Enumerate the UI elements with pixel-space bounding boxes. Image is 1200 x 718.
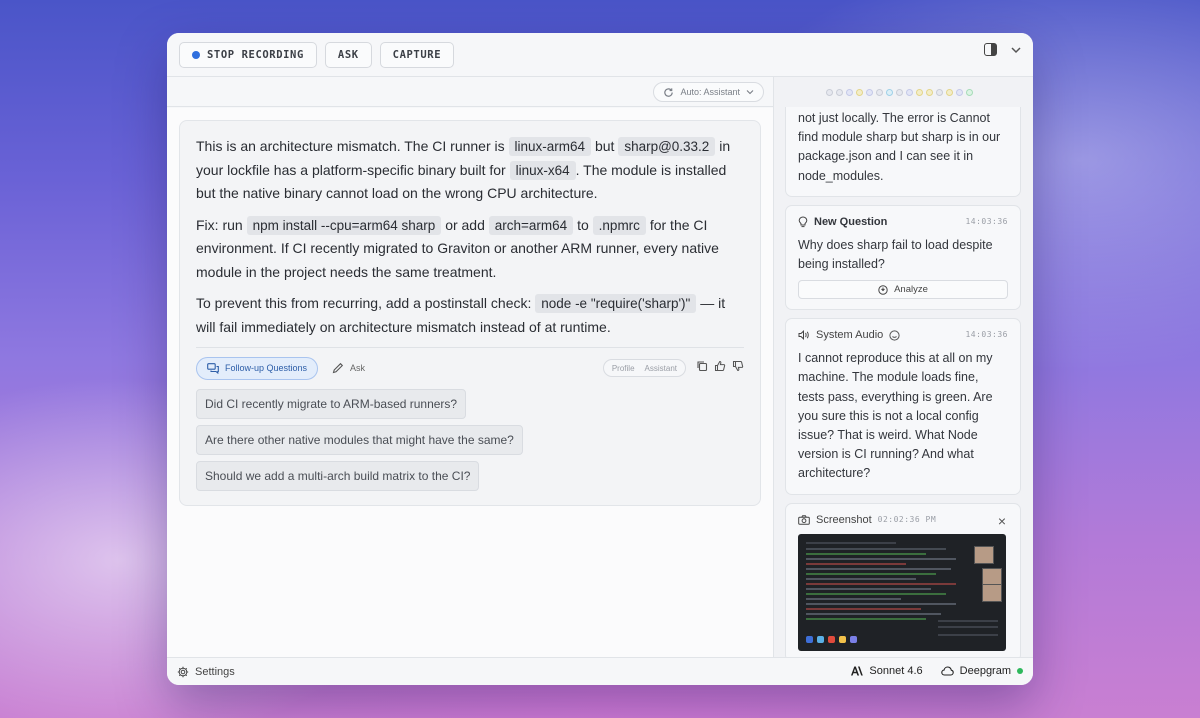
model-label: Sonnet 4.6 (869, 665, 923, 677)
analyze-button[interactable]: Analyze (798, 280, 1008, 300)
stop-recording-label: STOP RECORDING (207, 48, 304, 61)
side-panel-toggle-icon[interactable] (984, 43, 997, 56)
timestamp: 02:02:36 PM (877, 515, 937, 525)
pencil-icon (332, 362, 344, 374)
analyze-label: Analyze (894, 284, 928, 296)
answer-text-span: This is an architecture mismatch. The CI… (196, 138, 505, 154)
system-audio-header: System Audio 14:03:36 (798, 329, 1008, 341)
analyze-icon (878, 285, 888, 295)
app-window: STOP RECORDING ASK CAPTURE Auto: Assista… (167, 33, 1033, 685)
divider (196, 347, 744, 348)
answer-text-span: To prevent this from recurring, add a po… (196, 295, 532, 311)
transcriber-label: Deepgram (959, 665, 1011, 677)
capture-button[interactable]: CAPTURE (379, 41, 455, 68)
close-icon[interactable]: × (998, 513, 1006, 529)
status-bar: Settings Sonnet 4.6 Deepgram (167, 657, 1033, 685)
mode-selector[interactable]: Auto: Assistant (653, 82, 764, 102)
thumbs-up-icon[interactable] (714, 360, 726, 372)
suggested-question[interactable]: Are there other native modules that migh… (196, 425, 523, 455)
dock (806, 635, 857, 643)
inline-code: sharp@0.33.2 (618, 137, 716, 156)
profile-selector[interactable]: Profile Assistant (602, 359, 686, 377)
thumbs-down-icon[interactable] (732, 360, 744, 372)
screenshot-thumbnail[interactable] (798, 533, 1006, 651)
inline-code: arch=arm64 (488, 215, 574, 235)
settings-label: Settings (195, 665, 235, 678)
camera-icon (798, 514, 810, 525)
gear-icon (177, 666, 189, 678)
system-audio-text: I cannot reproduce this at all on my mac… (798, 351, 993, 481)
profile-value: Assistant (644, 363, 677, 373)
question-card-title: New Question (814, 215, 888, 228)
suggested-question[interactable]: Should we add a multi-arch build matrix … (196, 461, 480, 491)
window-controls (984, 43, 1021, 56)
transcriber-selector[interactable]: Deepgram (940, 665, 1023, 677)
ask-button[interactable]: ASK (324, 41, 372, 68)
audio-level-indicator (826, 89, 973, 96)
status-right: Sonnet 4.6 Deepgram (850, 665, 1023, 677)
timestamp: 14:03:36 (965, 330, 1008, 340)
question-card: New Question 14:03:36 Why does sharp fai… (785, 204, 1021, 311)
chevron-down-icon (746, 89, 754, 95)
recording-dot-icon (192, 50, 200, 59)
profile-label: Profile (611, 363, 635, 373)
capture-label: CAPTURE (392, 48, 442, 61)
question-text: Why does sharp fail to load despite bein… (798, 237, 993, 272)
anthropic-logo-icon (850, 666, 864, 676)
refresh-icon (663, 87, 674, 98)
answer-feedback (696, 360, 744, 372)
answer-paragraph-3: To prevent this from recurring, add a po… (196, 292, 744, 339)
transcript-card: not just locally. The error is Cannot fi… (785, 107, 1021, 197)
answer-text-span: to (577, 216, 589, 233)
answer-pane: This is an architecture mismatch. The CI… (167, 108, 773, 657)
inline-code: npm install --cpu=arm64 sharp (246, 215, 442, 235)
lightbulb-icon (798, 216, 808, 228)
answer-text-span: but (594, 138, 615, 154)
transcript-text: not just locally. The error is Cannot fi… (798, 111, 1001, 183)
suggested-questions: Did CI recently migrate to ARM-based run… (196, 383, 744, 491)
copy-icon[interactable] (696, 360, 708, 372)
timestamp: 14:03:36 (965, 216, 1008, 226)
mode-bar: Auto: Assistant (167, 77, 773, 107)
top-toolbar: STOP RECORDING ASK CAPTURE (167, 33, 1033, 77)
connected-status-dot (1017, 668, 1023, 674)
answer-card: This is an architecture mismatch. The CI… (179, 120, 761, 506)
inline-code: .npmrc (592, 215, 646, 235)
smiley-icon (889, 330, 900, 341)
question-card-header: New Question 14:03:36 (798, 216, 1008, 228)
cloud-icon (940, 666, 954, 676)
stop-recording-button[interactable]: STOP RECORDING (179, 41, 317, 68)
answer-text-span: Fix: run (196, 216, 243, 233)
settings-button[interactable]: Settings (177, 666, 235, 678)
chevron-down-icon[interactable] (1011, 46, 1021, 54)
follow-up-questions-button[interactable]: Follow-up Questions (196, 356, 319, 380)
speaker-icon (798, 330, 810, 341)
system-audio-card: System Audio 14:03:36 I cannot reproduce… (785, 318, 1021, 495)
ask-followup-label: Ask (350, 363, 366, 373)
follow-up-questions-label: Follow-up Questions (225, 363, 308, 373)
system-audio-title: System Audio (816, 329, 884, 342)
ask-label: ASK (337, 48, 359, 61)
answer-text-span: or add (445, 216, 485, 233)
chat-bubbles-icon (207, 362, 219, 374)
inline-code: node -e "require('sharp')" (535, 294, 697, 313)
inline-code: linux-arm64 (508, 137, 592, 156)
ask-followup-button[interactable]: Ask (332, 362, 365, 374)
transcript-feed: not just locally. The error is Cannot fi… (774, 77, 1033, 657)
answer-text: This is an architecture mismatch. The CI… (196, 135, 744, 339)
answer-paragraph-2: Fix: run npm install --cpu=arm64 sharp o… (196, 214, 744, 285)
answer-paragraph-1: This is an architecture mismatch. The CI… (196, 135, 744, 206)
feed-list: not just locally. The error is Cannot fi… (785, 107, 1021, 657)
screenshot-header: Screenshot 02:02:36 PM × (798, 513, 1008, 529)
screenshot-title: Screenshot (816, 513, 872, 526)
answer-actions: Follow-up Questions Ask Profile Assistan… (196, 356, 744, 380)
model-selector[interactable]: Sonnet 4.6 (850, 665, 923, 677)
mode-selector-label: Auto: Assistant (680, 87, 740, 97)
screenshot-card: Screenshot 02:02:36 PM × (785, 502, 1021, 657)
suggested-question[interactable]: Did CI recently migrate to ARM-based run… (196, 389, 467, 419)
inline-code: linux-x64 (509, 160, 576, 180)
